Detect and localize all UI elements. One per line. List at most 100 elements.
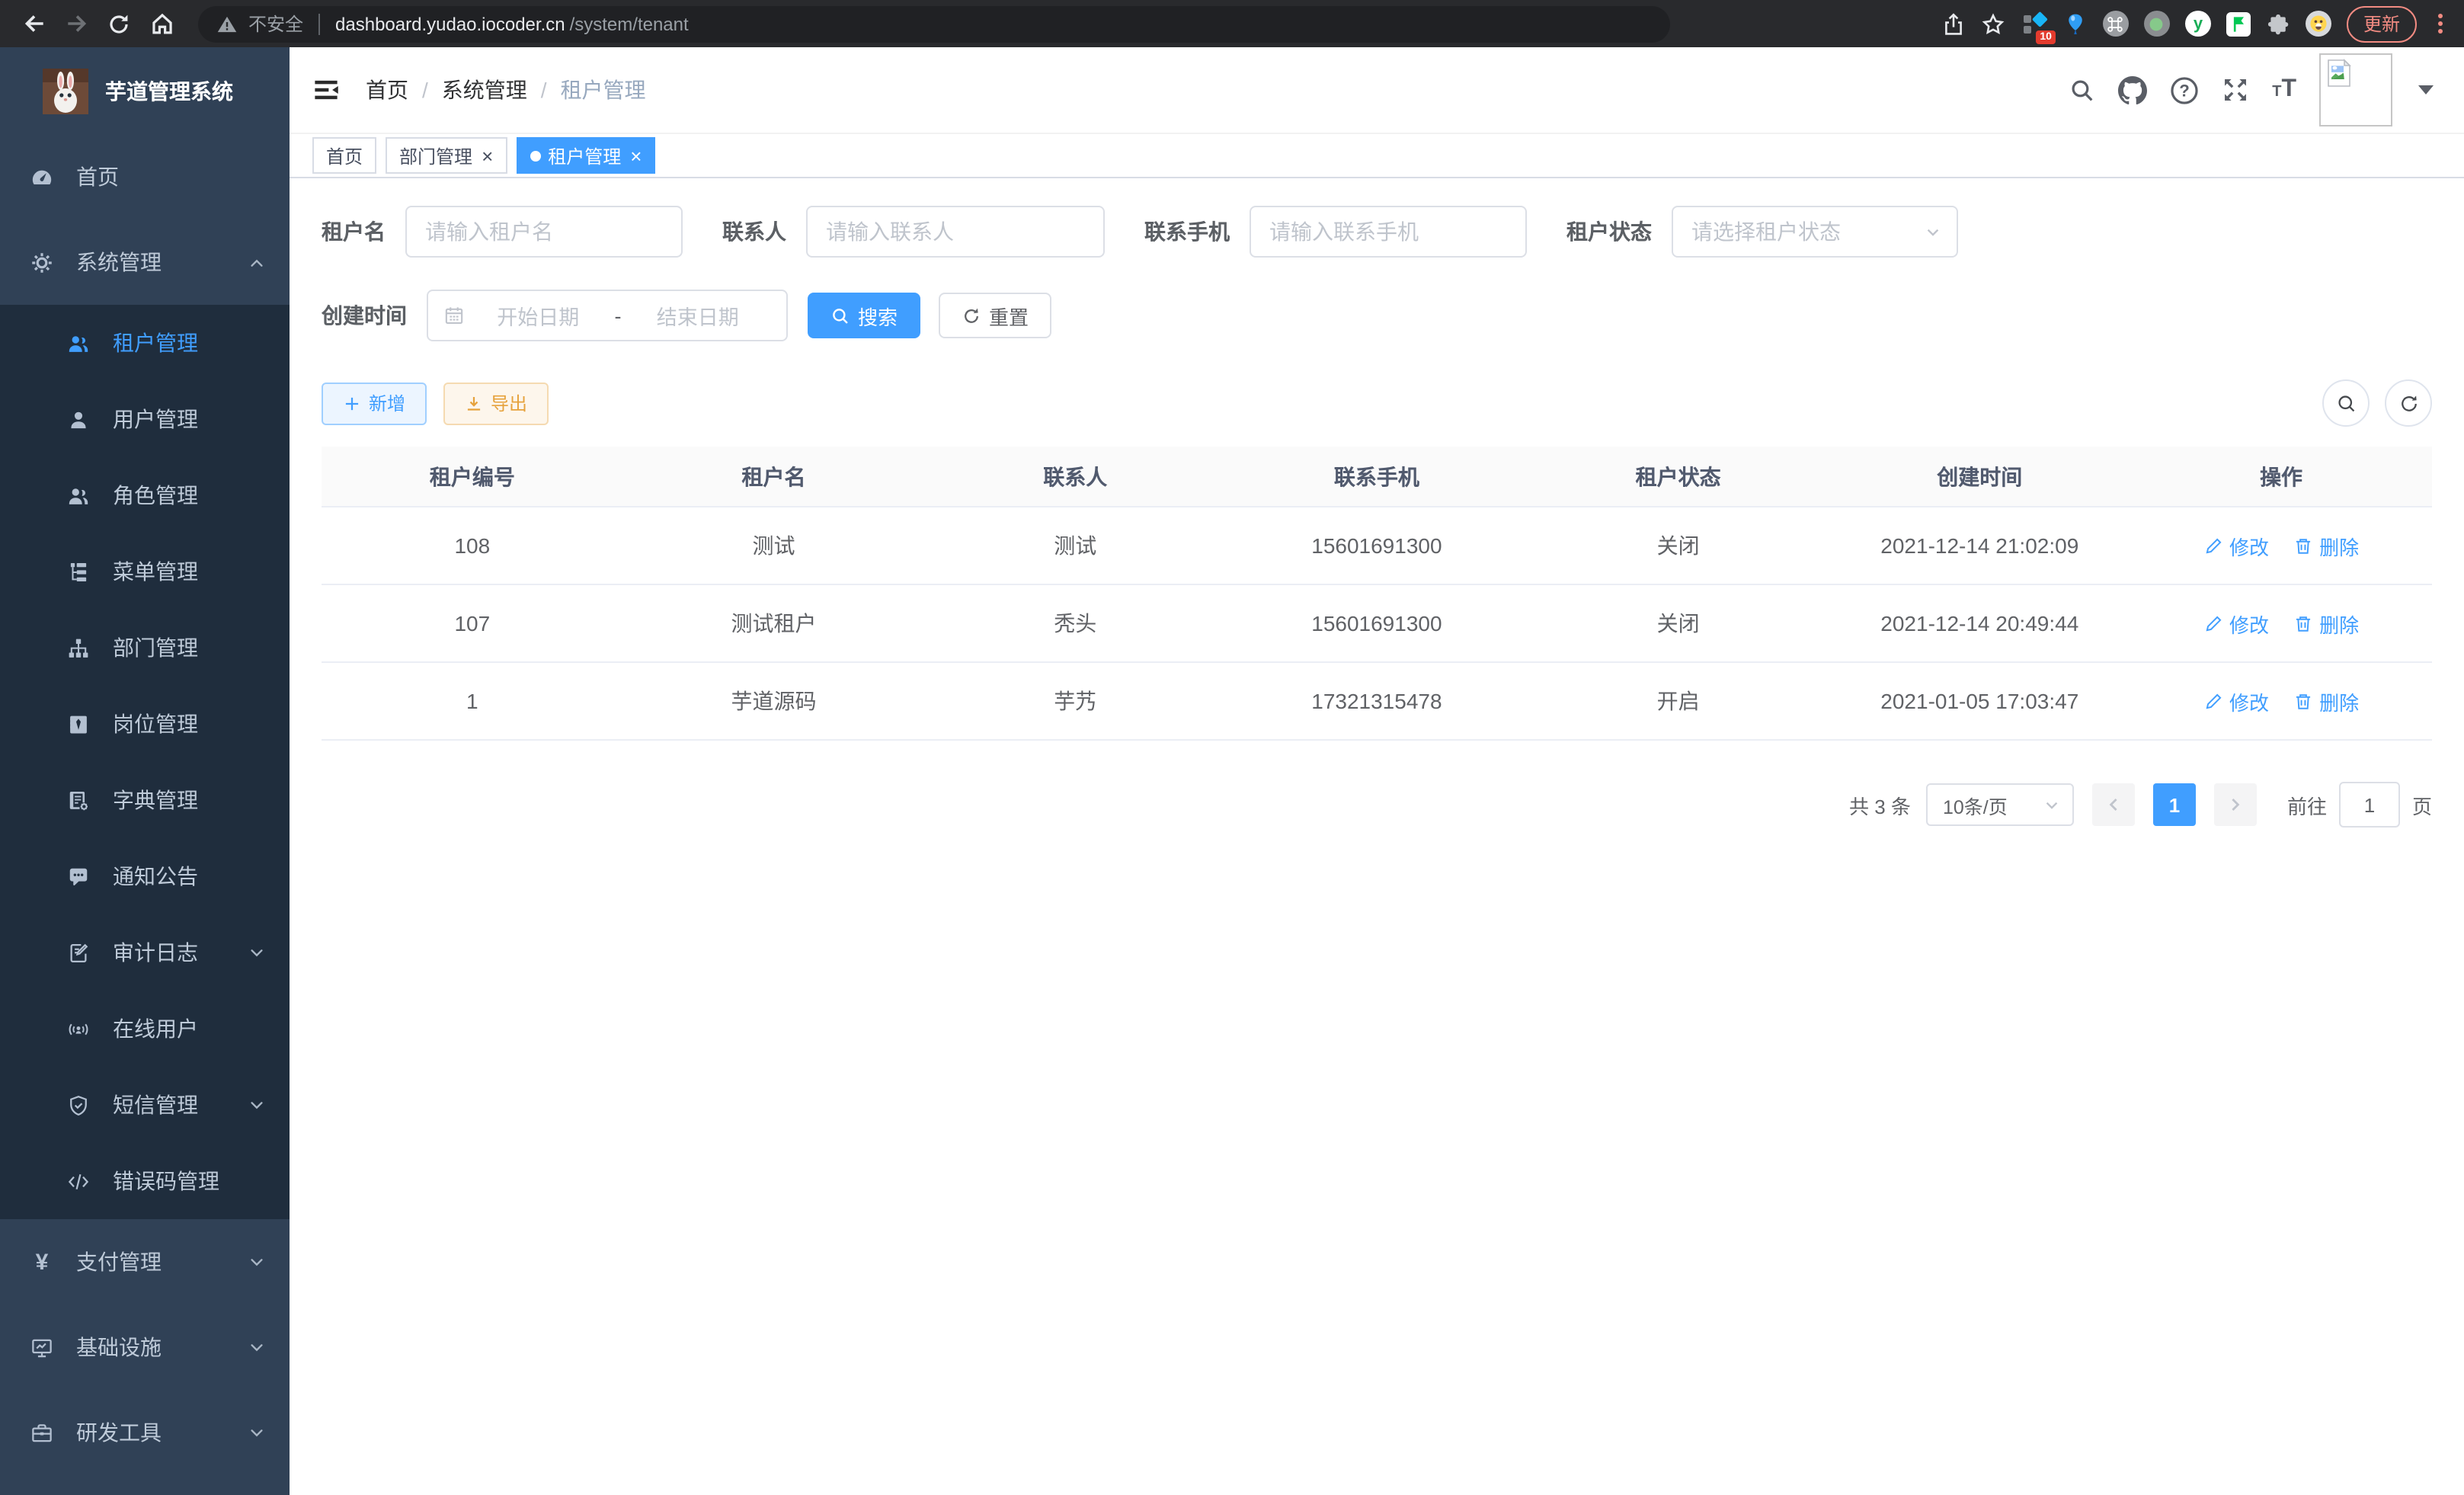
sidebar-item-audit-log[interactable]: 审计日志 xyxy=(0,914,290,991)
security-warning-icon[interactable] xyxy=(216,13,238,34)
browser-reload-button[interactable] xyxy=(101,5,137,42)
mobile-label: 联系手机 xyxy=(1144,216,1230,247)
header-search-icon[interactable] xyxy=(2069,77,2095,103)
reset-button[interactable]: 重置 xyxy=(939,293,1051,338)
security-label[interactable]: 不安全 xyxy=(248,11,303,37)
delete-link[interactable]: 删除 xyxy=(2293,531,2359,560)
sidebar-item-dept[interactable]: 部门管理 xyxy=(0,610,290,686)
tab-home[interactable]: 首页 xyxy=(312,137,376,174)
browser-menu-icon[interactable] xyxy=(2432,21,2449,26)
browser-home-button[interactable] xyxy=(143,5,180,42)
record-extension-icon[interactable] xyxy=(2144,11,2170,37)
export-button[interactable]: 导出 xyxy=(443,382,549,424)
search-button[interactable]: 搜索 xyxy=(808,293,920,338)
badge-icon xyxy=(67,712,90,735)
app-window: 芋道管理系统 首页系统管理租户管理用户管理角色管理菜单管理部门管理岗位管理字典管… xyxy=(0,47,2464,1495)
chevron-up-icon xyxy=(248,254,265,271)
sidebar-item-home[interactable]: 首页 xyxy=(0,134,290,219)
mobile-input[interactable] xyxy=(1250,206,1527,258)
sidebar-item-label: 部门管理 xyxy=(113,632,198,663)
users-icon xyxy=(67,331,90,354)
close-icon[interactable]: × xyxy=(482,146,493,165)
sidebar-item-menu[interactable]: 菜单管理 xyxy=(0,533,290,610)
sidebar-item-label: 系统管理 xyxy=(76,247,162,277)
add-button[interactable]: 新增 xyxy=(322,382,427,424)
sidebar-item-tenant[interactable]: 租户管理 xyxy=(0,305,290,381)
tab-dept[interactable]: 部门管理× xyxy=(386,137,507,174)
page-size-select[interactable]: 10条/页 xyxy=(1926,783,2074,826)
avatar-dropdown-icon[interactable] xyxy=(2418,85,2434,94)
extensions-puzzle-icon[interactable] xyxy=(2266,11,2290,36)
delete-link[interactable]: 删除 xyxy=(2293,609,2359,638)
divider xyxy=(318,13,320,34)
book-icon xyxy=(67,789,90,812)
close-icon[interactable]: × xyxy=(630,146,642,165)
sidebar-item-dev-tool[interactable]: 研发工具 xyxy=(0,1390,290,1475)
sidebar-item-infra[interactable]: 基础设施 xyxy=(0,1305,290,1390)
share-icon[interactable] xyxy=(1941,11,1966,36)
next-page-button[interactable] xyxy=(2214,783,2257,826)
collapse-sidebar-icon[interactable] xyxy=(312,76,340,104)
date-end-placeholder[interactable]: 结束日期 xyxy=(625,300,772,331)
page-number-button[interactable]: 1 xyxy=(2153,783,2196,826)
browser-forward-button[interactable] xyxy=(58,5,94,42)
delete-link[interactable]: 删除 xyxy=(2293,687,2359,715)
address-bar[interactable]: 不安全 dashboard.yudao.iocoder.cn/system/te… xyxy=(198,5,1670,42)
profile-avatar-icon[interactable] xyxy=(2306,11,2331,37)
date-range-picker[interactable]: 开始日期 - 结束日期 xyxy=(427,290,788,341)
breadcrumb-home[interactable]: 首页 xyxy=(366,75,408,105)
cell-id: 107 xyxy=(322,584,623,662)
edit-link[interactable]: 修改 xyxy=(2203,687,2269,715)
fullscreen-icon[interactable] xyxy=(2222,76,2249,104)
chrome-update-button[interactable]: 更新 xyxy=(2347,5,2417,42)
cell-contact: 秃头 xyxy=(924,584,1226,662)
sidebar-item-dict[interactable]: 字典管理 xyxy=(0,762,290,838)
sidebar-item-pay[interactable]: ¥支付管理 xyxy=(0,1219,290,1305)
sidebar-item-sms[interactable]: 短信管理 xyxy=(0,1067,290,1143)
breadcrumb-system[interactable]: 系统管理 xyxy=(442,75,527,105)
sidebar-item-label: 错误码管理 xyxy=(113,1166,219,1196)
status-select[interactable]: 请选择租户状态 xyxy=(1672,206,1958,258)
chevron-down-icon xyxy=(248,944,265,961)
sidebar-item-user[interactable]: 用户管理 xyxy=(0,381,290,457)
sidebar-item-notice[interactable]: 通知公告 xyxy=(0,838,290,914)
tenant-name-input[interactable] xyxy=(405,206,683,258)
prev-page-button[interactable] xyxy=(2092,783,2135,826)
sidebar-item-online-user[interactable]: 在线用户 xyxy=(0,991,290,1067)
cell-mobile: 15601691300 xyxy=(1226,507,1528,584)
sidebar-item-label: 岗位管理 xyxy=(113,709,198,739)
sidebar-item-role[interactable]: 角色管理 xyxy=(0,457,290,533)
tags-view: 首页部门管理×租户管理× xyxy=(290,133,2464,178)
sidebar-item-label: 研发工具 xyxy=(76,1417,162,1448)
cell-contact: 芋艿 xyxy=(924,662,1226,740)
goto-page-input[interactable] xyxy=(2339,782,2400,828)
font-size-icon[interactable]: TT xyxy=(2272,76,2296,104)
cell-status: 关闭 xyxy=(1528,507,1829,584)
tab-label: 首页 xyxy=(326,142,363,168)
y-extension-icon[interactable]: y xyxy=(2185,11,2211,37)
sidebar-item-post[interactable]: 岗位管理 xyxy=(0,686,290,762)
sidebar-item-system[interactable]: 系统管理 xyxy=(0,219,290,305)
contact-input[interactable] xyxy=(806,206,1105,258)
flag-extension-icon[interactable] xyxy=(2226,11,2251,36)
edit-link[interactable]: 修改 xyxy=(2203,609,2269,638)
date-start-placeholder[interactable]: 开始日期 xyxy=(465,300,612,331)
code-icon xyxy=(67,1170,90,1192)
help-icon[interactable]: ? xyxy=(2170,75,2199,104)
tab-tenant[interactable]: 租户管理× xyxy=(516,137,655,174)
user-avatar[interactable] xyxy=(2319,53,2392,126)
app-logo[interactable]: 芋道管理系统 xyxy=(0,47,290,134)
table-row: 107测试租户秃头15601691300关闭2021-12-14 20:49:4… xyxy=(322,584,2432,662)
command-extension-icon[interactable] xyxy=(2103,11,2129,37)
sidebar-item-error-code[interactable]: 错误码管理 xyxy=(0,1143,290,1219)
bookmark-star-icon[interactable] xyxy=(1981,11,2005,36)
github-icon[interactable] xyxy=(2118,75,2147,104)
balloon-extension-icon[interactable] xyxy=(2063,11,2088,36)
cell-mobile: 17321315478 xyxy=(1226,662,1528,740)
toggle-search-button[interactable] xyxy=(2322,379,2370,427)
extension-grid-icon[interactable]: 10 xyxy=(2021,10,2048,37)
browser-back-button[interactable] xyxy=(15,5,52,42)
refresh-button[interactable] xyxy=(2385,379,2432,427)
edit-link[interactable]: 修改 xyxy=(2203,531,2269,560)
cell-contact: 测试 xyxy=(924,507,1226,584)
